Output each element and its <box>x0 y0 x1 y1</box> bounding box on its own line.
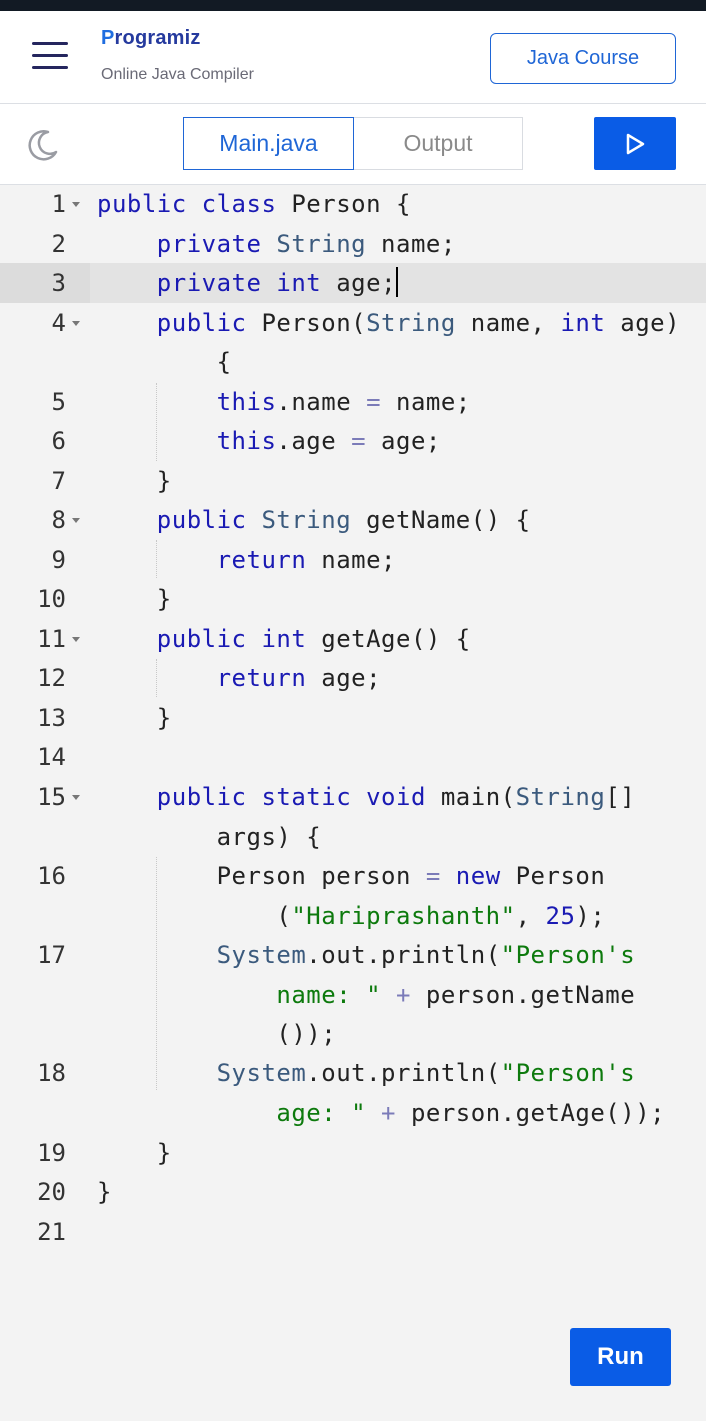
code-line[interactable]: ("Hariprashanth", 25); <box>97 896 605 936</box>
line-number: 5 <box>51 388 66 416</box>
code-line[interactable]: this.age = age; <box>97 421 441 461</box>
fold-marker-icon[interactable] <box>72 202 80 207</box>
code-line[interactable]: public static void main(String[] <box>97 777 635 817</box>
code-line[interactable]: public String getName() { <box>97 500 531 540</box>
code-line[interactable]: args) { <box>97 817 321 857</box>
line-number: 7 <box>51 467 66 495</box>
logo-text: Programiz <box>101 27 201 49</box>
line-number: 21 <box>37 1218 66 1246</box>
code-line[interactable]: public Person(String name, int age) <box>97 303 680 343</box>
tab-main-java[interactable]: Main.java <box>183 117 354 170</box>
code-line[interactable]: } <box>97 698 172 738</box>
code-line[interactable]: age: " + person.getAge()); <box>97 1093 665 1133</box>
code-line[interactable]: private String name; <box>97 224 456 264</box>
code-line[interactable]: name: " + person.getName <box>97 975 635 1015</box>
app-header: Programiz Online Java Compiler Java Cour… <box>0 11 706 104</box>
line-number: 16 <box>37 862 66 890</box>
code-line[interactable]: { <box>97 342 232 382</box>
line-number: 6 <box>51 427 66 455</box>
line-number: 15 <box>37 783 66 811</box>
run-play-button[interactable] <box>594 117 676 170</box>
line-number: 20 <box>37 1178 66 1206</box>
line-number: 2 <box>51 230 66 258</box>
line-number: 19 <box>37 1139 66 1167</box>
fold-marker-icon[interactable] <box>72 518 80 523</box>
code-line[interactable]: return name; <box>97 540 396 580</box>
code-line[interactable]: this.name = name; <box>97 382 471 422</box>
fold-marker-icon[interactable] <box>72 637 80 642</box>
moon-icon[interactable] <box>26 128 60 162</box>
code-line[interactable]: Person person = new Person <box>97 856 605 896</box>
line-number: 17 <box>37 941 66 969</box>
play-icon <box>626 133 645 154</box>
text-cursor <box>396 267 399 297</box>
line-number: 11 <box>37 625 66 653</box>
code-line[interactable]: private int age; <box>97 263 399 303</box>
line-number: 8 <box>51 506 66 534</box>
code-line[interactable]: public class Person { <box>97 184 411 224</box>
line-number: 13 <box>37 704 66 732</box>
tab-output[interactable]: Output <box>354 117 523 170</box>
code-line[interactable]: public int getAge() { <box>97 619 471 659</box>
menu-icon[interactable] <box>30 39 70 71</box>
code-line[interactable]: } <box>97 461 172 501</box>
code-line[interactable]: System.out.println("Person's <box>97 1053 635 1093</box>
page-subtitle: Online Java Compiler <box>101 66 254 83</box>
line-number: 9 <box>51 546 66 574</box>
line-number: 4 <box>51 309 66 337</box>
code-line[interactable]: } <box>97 1133 172 1173</box>
code-line[interactable]: ()); <box>97 1014 336 1054</box>
java-course-button[interactable]: Java Course <box>490 33 676 84</box>
fold-marker-icon[interactable] <box>72 795 80 800</box>
programiz-logo[interactable]: Programiz <box>101 27 201 50</box>
line-number: 3 <box>51 269 66 297</box>
line-number: 18 <box>37 1059 66 1087</box>
code-line[interactable]: System.out.println("Person's <box>97 935 635 975</box>
run-button[interactable]: Run <box>570 1328 671 1386</box>
line-number: 14 <box>37 743 66 771</box>
code-line[interactable]: } <box>97 1172 112 1212</box>
code-line[interactable]: return age; <box>97 658 381 698</box>
line-number: 1 <box>51 190 66 218</box>
system-status-bar <box>0 0 706 11</box>
fold-marker-icon[interactable] <box>72 321 80 326</box>
code-line[interactable]: } <box>97 579 172 619</box>
line-number: 10 <box>37 585 66 613</box>
editor-toolbar: Main.java Output <box>0 104 706 185</box>
line-number: 12 <box>37 664 66 692</box>
